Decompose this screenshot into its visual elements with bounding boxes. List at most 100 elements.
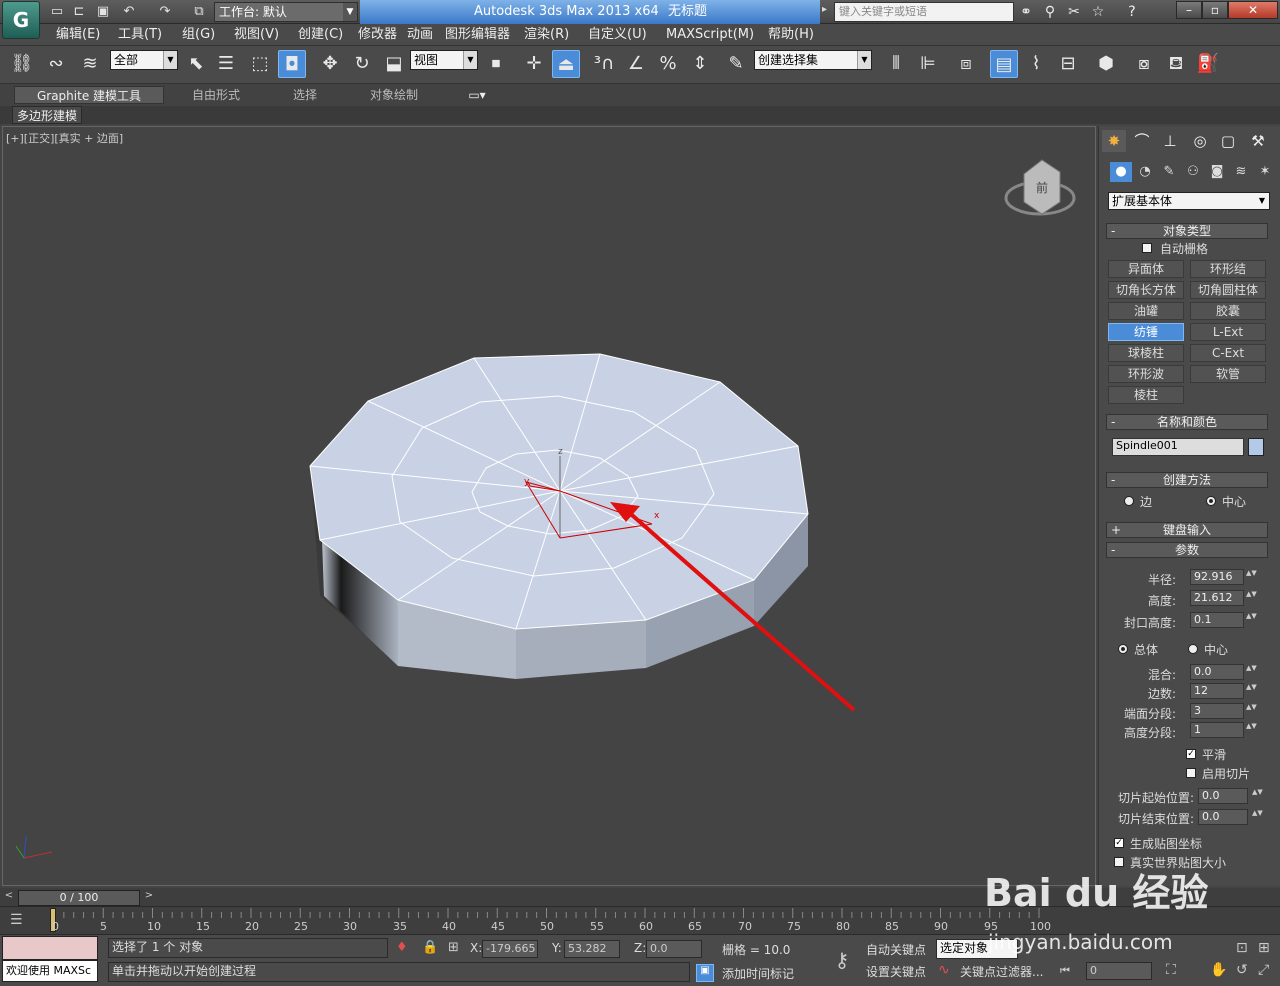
binoculars-icon[interactable]: ⚭ — [1016, 3, 1036, 21]
height-spinner[interactable]: ▲▼ — [1246, 590, 1257, 606]
select-object-icon[interactable]: ⬉ — [182, 50, 210, 78]
autogrid-checkbox[interactable] — [1142, 243, 1152, 253]
blend-input[interactable]: 0.0 — [1190, 664, 1244, 680]
menu-tools[interactable]: 工具(T) — [118, 26, 162, 44]
tab-selection[interactable]: 选择 — [270, 86, 340, 104]
spinner-snap-icon[interactable]: ⇕ — [686, 50, 714, 78]
zoom-extents-icon[interactable]: ⛶ — [1166, 962, 1176, 978]
chamfer-cyl-button[interactable]: 切角圆柱体 — [1190, 281, 1266, 299]
orbit-icon[interactable]: ↺ — [1236, 962, 1248, 978]
zoom-all-icon[interactable]: ⊞ — [1258, 940, 1270, 956]
isolate-icon[interactable]: ♦ — [396, 940, 408, 955]
blend-overall-radio[interactable] — [1118, 644, 1128, 654]
rotate-icon[interactable]: ↻ — [348, 50, 376, 78]
selection-filter-dropdown[interactable]: 全部 ▼ — [110, 50, 178, 70]
search-expand-icon[interactable]: ▸ — [822, 4, 827, 15]
undo-icon[interactable]: ↶ — [120, 3, 138, 21]
category-dropdown[interactable]: 扩展基本体 ▼ — [1108, 192, 1270, 210]
ribbon-options-icon[interactable]: ▭▾ — [462, 86, 492, 104]
go-to-start-icon[interactable]: ⏮ — [1060, 964, 1070, 978]
move-icon[interactable]: ✥ — [316, 50, 344, 78]
save-icon[interactable]: ▣ — [94, 3, 112, 21]
select-manipulate-icon[interactable]: ✛ — [520, 50, 548, 78]
helpers-icon[interactable]: ◙ — [1206, 162, 1228, 182]
redo-icon[interactable]: ↷ — [156, 3, 174, 21]
lock-selection-icon[interactable]: 🔒 — [422, 940, 438, 955]
prism-button[interactable]: 棱柱 — [1108, 386, 1184, 404]
tab-object-paint[interactable]: 对象绘制 — [352, 86, 436, 104]
mirror-icon[interactable]: ⫴ — [882, 50, 910, 78]
pivot-center-icon[interactable]: ⏹ — [482, 50, 510, 78]
display-tab-icon[interactable]: ▢ — [1216, 130, 1240, 152]
blend-center-radio[interactable] — [1188, 644, 1198, 654]
hedra-button[interactable]: 异面体 — [1108, 260, 1184, 278]
blend-spinner[interactable]: ▲▼ — [1246, 664, 1257, 680]
new-file-icon[interactable]: ▭ — [48, 3, 66, 21]
cameras-icon[interactable]: ⚇ — [1182, 162, 1204, 182]
menu-graph-editors[interactable]: 图形编辑器 — [445, 26, 510, 44]
app-logo-button[interactable]: G — [2, 1, 40, 39]
motion-tab-icon[interactable]: ◎ — [1188, 130, 1212, 152]
menu-customize[interactable]: 自定义(U) — [588, 26, 647, 44]
cap-segs-input[interactable]: 3 — [1190, 703, 1244, 719]
radius-input[interactable]: 92.916 — [1190, 569, 1244, 585]
subscription-icon[interactable]: ⚲ — [1040, 3, 1060, 21]
gen-map-checkbox[interactable]: ✓ — [1114, 838, 1124, 848]
set-key-button[interactable]: 设置关键点 — [866, 963, 926, 980]
time-tag-icon[interactable]: ▣ — [696, 964, 714, 982]
snaps-toggle-icon[interactable]: ³∩ — [590, 50, 618, 78]
help-icon[interactable]: ? — [1122, 3, 1142, 21]
menu-animation[interactable]: 动画 — [407, 26, 433, 44]
named-selection-dropdown[interactable]: 创建选择集 ▼ — [754, 50, 872, 70]
current-frame-input[interactable]: 0 — [1086, 962, 1152, 980]
rect-selection-icon[interactable]: ⬚ — [246, 50, 274, 78]
spindle-button[interactable]: 纺锤 — [1108, 323, 1184, 341]
open-file-icon[interactable]: ⊏ — [70, 3, 88, 21]
maximize-viewport-icon[interactable]: ⤢ — [1258, 962, 1269, 978]
render-setup-icon[interactable]: ⧇ — [1130, 50, 1158, 78]
transform-mode-icon[interactable]: ⊞ — [448, 940, 459, 955]
object-name-input[interactable]: Spindle001 — [1112, 438, 1244, 456]
edge-radio[interactable] — [1124, 496, 1134, 506]
center-radio[interactable] — [1206, 496, 1216, 506]
menu-create[interactable]: 创建(C) — [298, 26, 343, 44]
cap-height-spinner[interactable]: ▲▼ — [1246, 612, 1257, 628]
hose-button[interactable]: 软管 — [1190, 365, 1266, 383]
menu-modifiers[interactable]: 修改器 — [358, 26, 397, 44]
radius-spinner[interactable]: ▲▼ — [1246, 569, 1257, 585]
slice-to-input[interactable]: 0.0 — [1198, 809, 1248, 825]
shapes-icon[interactable]: ◔ — [1134, 162, 1156, 182]
add-time-tag[interactable]: 添加时间标记 — [722, 965, 794, 982]
link-icon[interactable]: ⛓ — [8, 50, 36, 78]
auto-key-button[interactable]: 自动关键点 — [866, 941, 926, 958]
x-coord-input[interactable]: -179.665 — [482, 940, 538, 958]
close-button[interactable]: ✕ — [1228, 1, 1278, 19]
percent-snap-icon[interactable]: % — [654, 50, 682, 78]
slice-to-spinner[interactable]: ▲▼ — [1252, 809, 1263, 825]
ringwave-button[interactable]: 环形波 — [1108, 365, 1184, 383]
minimize-button[interactable]: – — [1176, 1, 1202, 19]
height-segs-spinner[interactable]: ▲▼ — [1246, 722, 1257, 738]
y-coord-input[interactable]: 53.282 — [564, 940, 620, 958]
favorites-star-icon[interactable]: ☆ — [1088, 3, 1108, 21]
render-teapot-icon[interactable]: ⛽ — [1194, 50, 1222, 78]
communication-icon[interactable]: ✂ — [1064, 3, 1084, 21]
modify-tab-icon[interactable]: ⌒ — [1130, 130, 1154, 152]
systems-icon[interactable]: ✶ — [1254, 162, 1276, 182]
schematic-view-icon[interactable]: ⊟ — [1054, 50, 1082, 78]
cap-height-input[interactable]: 0.1 — [1190, 612, 1244, 628]
z-coord-input[interactable]: 0.0 — [646, 940, 702, 958]
maxscript-mini-input[interactable]: 欢迎使用 MAXSc — [2, 960, 98, 982]
menu-edit[interactable]: 编辑(E) — [56, 26, 100, 44]
select-by-name-icon[interactable]: ☰ — [212, 50, 240, 78]
key-filters-button[interactable]: 关键点过滤器... — [960, 963, 1043, 980]
menu-maxscript[interactable]: MAXScript(M) — [666, 26, 754, 44]
edit-named-selection-icon[interactable]: ✎ — [722, 50, 750, 78]
restore-button[interactable]: ▫ — [1202, 1, 1228, 19]
tab-graphite-modeling[interactable]: Graphite 建模工具 — [14, 86, 164, 104]
search-input[interactable]: 键入关键字或短语 — [834, 2, 1014, 22]
time-slider[interactable]: 0 / 100 — [18, 890, 140, 906]
slice-from-input[interactable]: 0.0 — [1198, 788, 1248, 804]
zoom-region-icon[interactable]: ⊡ — [1236, 940, 1248, 956]
smooth-checkbox[interactable]: ✓ — [1186, 749, 1196, 759]
